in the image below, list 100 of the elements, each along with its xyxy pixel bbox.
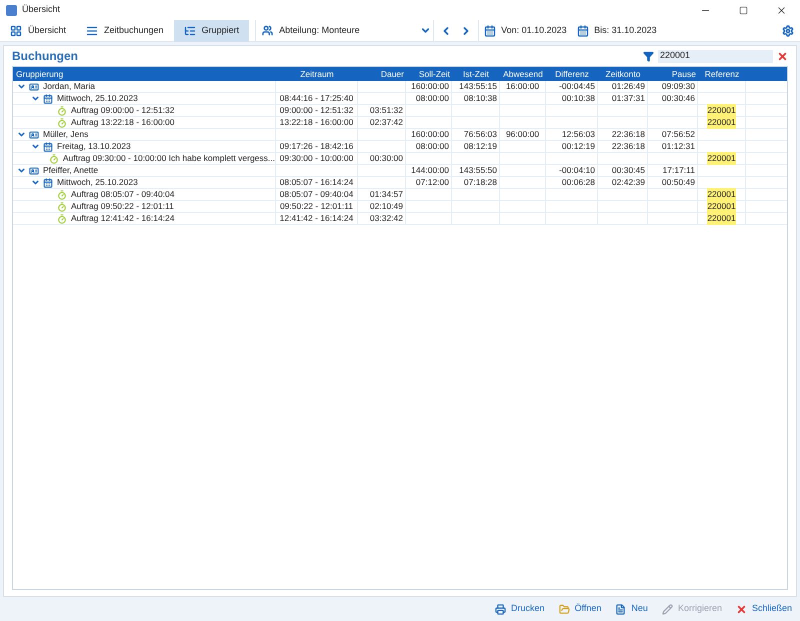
panel-title: Buchungen — [12, 48, 78, 65]
grid-icon — [10, 24, 22, 36]
table-cell: 22:36:18 — [612, 128, 645, 141]
tree-label[interactable]: Jordan, Maria — [43, 81, 95, 92]
table-cell: 76:56:03 — [464, 128, 497, 141]
column-header[interactable]: Zeitkonto — [598, 67, 648, 81]
table-cell: 02:10:49 — [370, 200, 403, 213]
table-cell: 01:26:49 — [612, 80, 645, 93]
footer-button[interactable]: Neu — [615, 602, 648, 616]
table-cell: 07:18:28 — [464, 176, 497, 189]
tree-label[interactable]: Freitag, 13.10.2023 — [57, 141, 131, 152]
table-cell: 220001 — [707, 104, 736, 117]
column-header[interactable]: Pause — [648, 67, 698, 81]
tab[interactable]: Übersicht — [0, 20, 76, 42]
table-cell: 08:05:07 - 16:14:24 — [280, 176, 354, 189]
column-header[interactable]: Gruppierung — [13, 67, 276, 81]
close-icon — [736, 604, 747, 614]
table-cell: 12:41:42 - 16:14:24 — [280, 212, 354, 225]
timer-icon — [57, 214, 67, 224]
column-header[interactable]: Abwesend — [500, 67, 546, 81]
table-cell: 02:42:39 — [612, 176, 645, 189]
id-card-icon — [29, 130, 39, 140]
tab[interactable]: Gruppiert — [174, 20, 250, 42]
table-cell: 17:17:11 — [662, 164, 695, 177]
table-cell: 02:37:42 — [370, 116, 403, 129]
tree-label[interactable]: Auftrag 13:22:18 - 16:00:00 — [71, 117, 174, 128]
column-header[interactable]: Zeitraum — [276, 67, 358, 81]
tree-label[interactable]: Müller, Jens — [43, 129, 88, 140]
date-from-field[interactable]: Von: 01.10.2023 — [478, 20, 572, 42]
date-to-field[interactable]: Bis: 31.10.2023 — [572, 20, 662, 42]
tree-label[interactable]: Auftrag 12:41:42 - 16:14:24 — [71, 213, 174, 224]
table-cell: 00:30:45 — [612, 164, 645, 177]
expand-icon[interactable] — [31, 94, 40, 103]
table-cell: 96:00:00 — [506, 128, 540, 141]
timer-icon — [57, 202, 67, 212]
column-header[interactable]: Ist-Zeit — [452, 67, 500, 81]
table-cell: 03:51:32 — [370, 104, 403, 117]
settings-icon[interactable] — [782, 24, 794, 36]
table-cell: 22:36:18 — [612, 140, 645, 153]
table-cell: 01:34:57 — [370, 188, 403, 201]
department-dropdown[interactable]: Abteilung: Monteure — [255, 20, 434, 42]
tree-label[interactable]: Mittwoch, 25.10.2023 — [57, 177, 138, 188]
tree-label[interactable]: Auftrag 09:50:22 - 12:01:11 — [71, 201, 174, 212]
clear-filter-icon[interactable] — [777, 50, 788, 62]
table-cell: 00:30:00 — [370, 152, 403, 165]
table-cell: 07:56:52 — [662, 128, 695, 141]
footer-button[interactable]: Schließen — [736, 602, 792, 616]
table-cell: 03:32:42 — [370, 212, 403, 225]
table-cell: 220001 — [707, 212, 736, 225]
tree-label[interactable]: Mittwoch, 25.10.2023 — [57, 93, 138, 104]
table-cell: 08:12:19 — [464, 140, 497, 153]
footer-button[interactable]: Drucken — [495, 602, 545, 616]
table-cell: 00:06:28 — [562, 176, 595, 189]
table-cell: 143:55:50 — [459, 164, 497, 177]
expand-icon[interactable] — [31, 142, 40, 151]
table-cell: 144:00:00 — [411, 164, 449, 177]
table-cell: -00:04:10 — [559, 164, 595, 177]
table-cell: 09:00:00 - 12:51:32 — [280, 104, 354, 117]
table-cell: 00:10:38 — [562, 92, 595, 105]
calendar-icon — [577, 24, 590, 36]
table-cell: 16:00:00 — [506, 80, 540, 93]
calendar-icon — [43, 178, 53, 188]
column-header[interactable]: Dauer — [358, 67, 406, 81]
expand-icon[interactable] — [17, 166, 26, 175]
table-cell: 220001 — [707, 200, 736, 213]
table-cell: 09:17:26 - 18:42:16 — [280, 140, 354, 153]
pencil-icon — [662, 604, 673, 614]
table-cell: 220001 — [707, 152, 736, 165]
tree-label[interactable]: Pfeiffer, Anette — [43, 165, 98, 176]
table-cell: 08:00:00 — [416, 140, 449, 153]
footer-button[interactable]: Öffnen — [558, 602, 602, 616]
table-cell: 220001 — [707, 116, 736, 129]
table-cell: 160:00:00 — [411, 80, 449, 93]
column-header[interactable]: Soll-Zeit — [406, 67, 452, 81]
users-icon — [262, 25, 274, 36]
expand-icon[interactable] — [31, 178, 40, 187]
calendar-icon — [484, 24, 496, 36]
table-cell: 09:50:22 - 12:01:11 — [280, 200, 354, 213]
list-icon — [86, 24, 98, 36]
tab[interactable]: Zeitbuchungen — [76, 20, 174, 42]
close-icon — [776, 4, 786, 16]
id-card-icon — [29, 166, 39, 176]
document-icon — [615, 604, 626, 614]
table-cell: 12:56:03 — [562, 128, 595, 141]
expand-icon[interactable] — [17, 130, 26, 139]
table-cell: 08:05:07 - 09:40:04 — [280, 188, 354, 201]
tree-label[interactable]: Auftrag 09:30:00 - 10:00:00 Ich habe komplett vergess... — [62, 153, 275, 164]
window-title: Übersicht — [22, 3, 60, 16]
expand-icon[interactable] — [17, 82, 26, 91]
tree-label[interactable]: Auftrag 08:05:07 - 09:40:04 — [71, 189, 174, 200]
id-card-icon — [29, 82, 39, 92]
tree-label[interactable]: Auftrag 09:00:00 - 12:51:32 — [71, 105, 174, 116]
column-header[interactable]: Referenz — [698, 67, 746, 81]
maximize-icon — [738, 6, 748, 14]
tree-icon — [184, 24, 196, 36]
calendar-icon — [43, 142, 53, 152]
column-header[interactable]: Differenz — [546, 67, 598, 81]
app-logo-icon — [6, 4, 17, 16]
filter-field[interactable]: 220001 — [658, 50, 773, 62]
filter-icon — [643, 50, 654, 62]
